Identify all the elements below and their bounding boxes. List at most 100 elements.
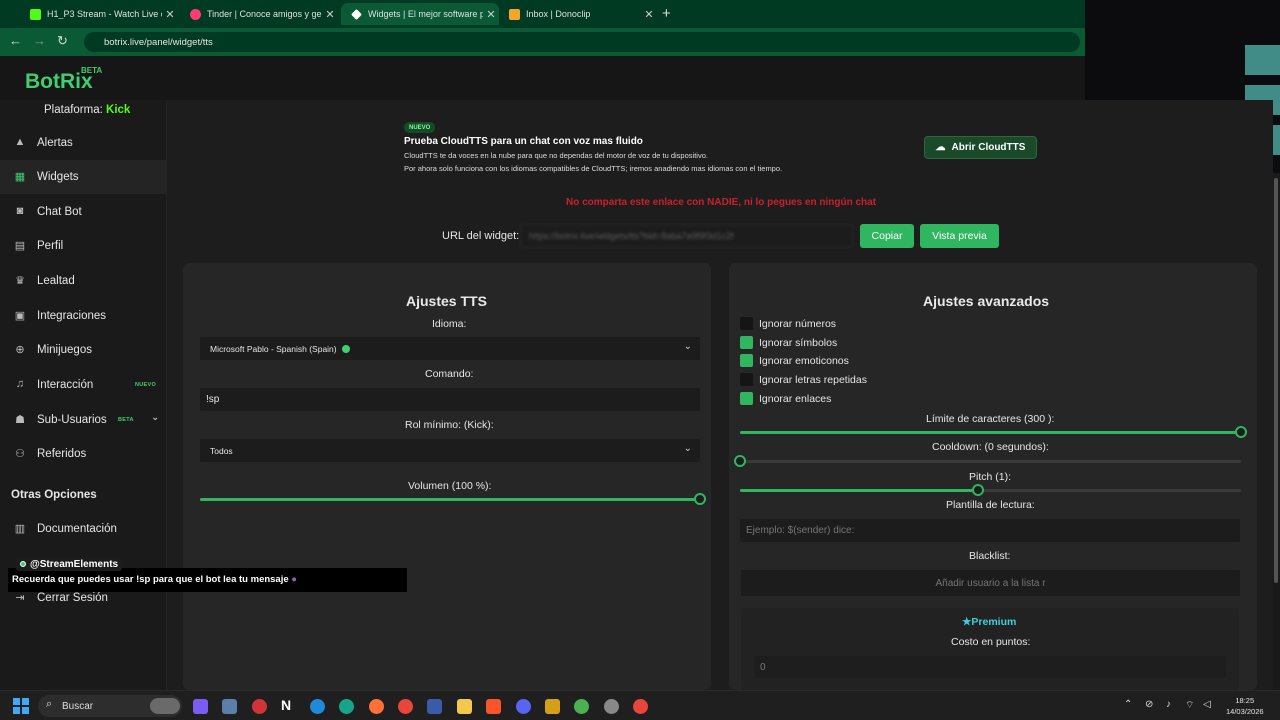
sidebar-item-chat-bot[interactable]: ◙ Chat Bot xyxy=(0,195,166,229)
sidebar-item-widgets[interactable]: ▦ Widgets xyxy=(0,160,166,194)
users-cog-icon: ☗ xyxy=(15,414,25,426)
plug-icon: ▣ xyxy=(14,310,26,322)
clock-time: 18:25 xyxy=(1235,696,1255,705)
checkbox-ignorar-letras-repetidas[interactable] xyxy=(740,373,753,386)
close-tab-icon[interactable]: ✕ xyxy=(483,8,499,21)
sidebar-item-documentacion[interactable]: ▥ Documentación xyxy=(0,512,166,546)
checkbox-ignorar-enlaces[interactable] xyxy=(740,392,753,405)
blacklist-input[interactable] xyxy=(741,570,1240,596)
slider-thumb[interactable] xyxy=(1235,426,1247,438)
slider-thumb[interactable] xyxy=(734,455,746,467)
chevron-down-icon[interactable]: ⌄ xyxy=(151,412,159,423)
notion-icon[interactable]: N xyxy=(281,697,296,713)
pitch-slider[interactable] xyxy=(740,484,1241,496)
gamepad-icon: ⊕ xyxy=(15,344,25,356)
app-icon[interactable] xyxy=(427,699,442,714)
warning-icon: ▲ xyxy=(14,136,26,148)
tab-title: H1_P3 Stream - Watch Live on K xyxy=(47,9,162,19)
checkbox-ignorar-numeros[interactable] xyxy=(740,317,753,330)
checkbox-ignorar-simbolos[interactable] xyxy=(740,336,753,349)
limite-caracteres-slider[interactable] xyxy=(740,426,1247,438)
app-icon[interactable] xyxy=(339,699,354,714)
slider-thumb[interactable] xyxy=(694,493,706,505)
premium-label: Premium xyxy=(971,616,1017,628)
checkbox-label: Ignorar emoticonos xyxy=(759,355,849,367)
botrix-favicon-icon xyxy=(351,8,362,20)
checkbox-label: Ignorar números xyxy=(759,318,837,330)
cooldown-slider[interactable] xyxy=(734,455,1241,467)
obs-icon[interactable] xyxy=(604,699,619,714)
app-icon[interactable] xyxy=(222,699,237,714)
volumen-slider[interactable] xyxy=(200,493,706,505)
close-tab-icon[interactable]: ✕ xyxy=(162,8,178,21)
star-icon: ★ xyxy=(962,616,972,628)
scrollbar-thumb[interactable] xyxy=(1274,178,1278,583)
reload-icon[interactable]: ↻ xyxy=(57,33,68,49)
costo-input[interactable]: 0 xyxy=(754,656,1226,678)
edge-icon[interactable] xyxy=(310,699,325,714)
chat-message: Recuerda que puedes usar !sp para que el… xyxy=(12,574,297,585)
microphone-icon[interactable]: ♪ xyxy=(1166,699,1171,710)
browser-tab[interactable]: Inbox | Donoclip ✕ xyxy=(499,3,657,25)
copy-button[interactable]: Copiar xyxy=(860,224,914,248)
sidebar-item-minijuegos[interactable]: ⊕ Minijuegos xyxy=(0,333,166,367)
comando-input[interactable]: !sp xyxy=(200,388,700,411)
close-tab-icon[interactable]: ✕ xyxy=(322,8,338,21)
url-text: botrix.live/panel/widget/tts xyxy=(104,36,213,48)
notifications-off-icon[interactable]: ⊘ xyxy=(1145,699,1153,710)
chrome-icon[interactable] xyxy=(633,699,648,714)
windows-start-icon[interactable] xyxy=(13,698,29,714)
close-tab-icon[interactable]: ✕ xyxy=(641,8,657,21)
grid-icon: ▦ xyxy=(14,171,26,183)
preview-button[interactable]: Vista previa xyxy=(920,224,999,248)
brave-icon[interactable] xyxy=(486,699,501,714)
app-icon[interactable] xyxy=(252,699,267,714)
app-icon[interactable] xyxy=(545,699,560,714)
discord-icon[interactable] xyxy=(516,699,531,714)
sidebar-item-referidos[interactable]: ⚇ Referidos xyxy=(0,437,166,471)
chat-username: @StreamElements xyxy=(16,557,123,571)
idioma-select[interactable]: Microsoft Pablo - Spanish (Spain) ⌄ xyxy=(200,337,700,360)
costo-value: 0 xyxy=(760,661,766,673)
nuevo-badge: NUEVO xyxy=(135,382,157,388)
plantilla-input[interactable] xyxy=(740,519,1240,542)
back-icon[interactable]: ← xyxy=(9,33,22,48)
browser-tab[interactable]: H1_P3 Stream - Watch Live on K ✕ xyxy=(20,3,178,25)
network-icon[interactable]: ⌔ xyxy=(1185,699,1194,712)
sidebar-item-integraciones[interactable]: ▣ Integraciones xyxy=(0,299,166,333)
sidebar-item-lealtad[interactable]: ♛ Lealtad xyxy=(0,264,166,298)
open-cloudtts-button[interactable]: ☁ Abrir CloudTTS xyxy=(924,136,1037,159)
security-warning: No comparta este enlace con NADIE, ni lo… xyxy=(566,197,877,208)
sidebar-item-interaccion[interactable]: ♫ Interacción NUEVO xyxy=(0,368,166,402)
browser-tab[interactable]: Tinder | Conoce amigos y gente ✕ xyxy=(180,3,338,25)
beta-tag: BETA xyxy=(81,66,103,75)
firefox-icon[interactable] xyxy=(369,699,384,714)
checkbox-label: Ignorar símbolos xyxy=(759,337,838,349)
chrome-icon[interactable] xyxy=(574,699,589,714)
checkbox-ignorar-emoticonos[interactable] xyxy=(740,354,753,367)
copilot-icon[interactable] xyxy=(193,699,208,714)
idioma-value: Microsoft Pablo - Spanish (Spain) xyxy=(210,343,337,354)
taskbar-clock[interactable]: 18:25 14/03/2026 xyxy=(1226,695,1264,717)
tab-title: Inbox | Donoclip xyxy=(526,9,591,19)
status-dot-icon xyxy=(341,344,350,353)
sidebar-item-perfil[interactable]: ▤ Perfil xyxy=(0,229,166,263)
taskbar-search[interactable]: ⌕ Buscar xyxy=(38,695,182,717)
file-explorer-icon[interactable] xyxy=(457,699,472,714)
chevron-up-icon[interactable]: ⌃ xyxy=(1124,699,1132,710)
browser-tab-active[interactable]: Widgets | El mejor software para ✕ xyxy=(341,3,499,25)
new-tab-button[interactable]: + xyxy=(662,5,671,22)
forward-icon[interactable]: → xyxy=(33,33,46,48)
platform-indicator: Plataforma: Kick xyxy=(44,104,130,116)
sidebar-item-sub-usuarios[interactable]: ☗ Sub-Usuarios BETA ⌄ xyxy=(0,403,166,437)
chrome-icon[interactable] xyxy=(398,699,413,714)
slider-fill xyxy=(740,431,1241,434)
book-icon: ▥ xyxy=(14,523,26,535)
widget-url-field[interactable]: https://botrix.live/widgets/tts?bid=8aba… xyxy=(520,224,853,248)
comando-value: !sp xyxy=(206,394,220,405)
sidebar-item-alertas[interactable]: ▲ Alertas xyxy=(0,126,166,160)
rol-minimo-select[interactable]: Todos ⌄ xyxy=(200,439,700,462)
volume-icon[interactable]: ◁ xyxy=(1203,699,1211,710)
url-field[interactable]: botrix.live/panel/widget/tts xyxy=(84,32,1080,52)
slider-thumb[interactable] xyxy=(971,484,984,496)
